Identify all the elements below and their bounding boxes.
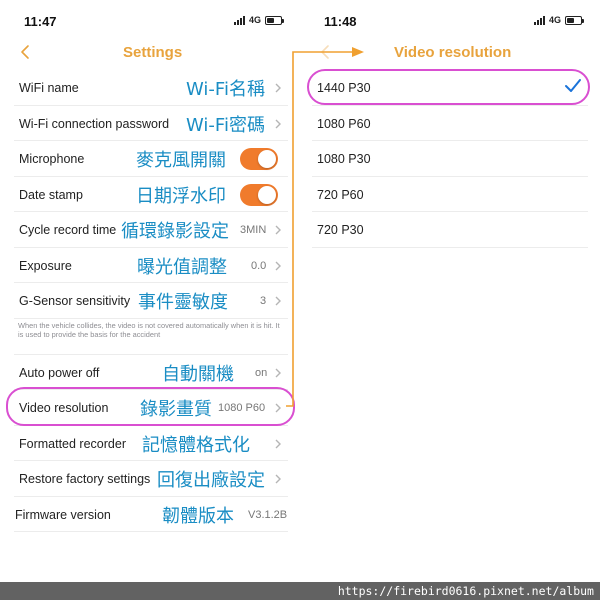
chevron-left-icon[interactable] [18, 43, 34, 61]
option-label: 1440 P30 [317, 81, 371, 95]
row-value: 1080 P60 [218, 402, 266, 414]
row-annotation: 事件靈敏度 [138, 292, 228, 313]
row-annotation: 韌體版本 [162, 505, 234, 527]
row-label: Exposure [19, 258, 72, 273]
chevron-right-icon [275, 261, 281, 270]
row-annotation: 麥克風開關 [136, 150, 226, 171]
settings-row-restore[interactable]: Restore factory settings 回復出廠設定 [14, 461, 288, 497]
row-annotation: 回復出廠設定 [157, 470, 265, 491]
network-type: 4G [549, 15, 562, 25]
option-label: 720 P60 [317, 187, 364, 202]
row-label: Microphone [19, 152, 85, 166]
row-value: on [255, 366, 268, 379]
toggle-knob [258, 185, 276, 204]
microphone-toggle[interactable] [240, 148, 278, 170]
settings-row-wifi-name[interactable]: WiFi name Wi-Fi名稱 [14, 70, 288, 106]
row-label: Video resolution [19, 401, 109, 415]
status-bar: 11:48 4G [300, 0, 600, 40]
status-indicators: 4G [234, 15, 285, 25]
battery-level [567, 17, 574, 23]
resolution-option-720p60[interactable]: 720 P60 [312, 177, 588, 212]
option-label: 720 P30 [317, 223, 364, 237]
gsensor-note-row: When the vehicle collides, the video is … [14, 319, 288, 355]
chevron-right-icon [275, 403, 281, 413]
chevron-right-icon [275, 296, 281, 306]
resolution-option-1080p30[interactable]: 1080 P30 [312, 141, 588, 177]
settings-row-wifi-password[interactable]: Wi-Fi connection password Wi-Fi密碼 [14, 106, 288, 141]
settings-row-format[interactable]: Formatted recorder 記憶體格式化 [14, 426, 288, 461]
chevron-left-icon[interactable] [318, 43, 334, 61]
resolution-option-1440p30[interactable]: 1440 P30 [312, 70, 588, 106]
row-label: WiFi name [19, 81, 79, 95]
row-annotation: 錄影畫質 [140, 399, 212, 420]
chevron-right-icon [275, 368, 281, 377]
firmware-version: V3.1.2B [248, 508, 288, 521]
row-annotation: Wi-Fi密碼 [186, 114, 265, 136]
page-title: Video resolution [394, 44, 512, 61]
resolution-option-720p30[interactable]: 720 P30 [312, 212, 588, 248]
video-resolution-screen: 11:48 4G Video resolution 1440 P30 1080 … [300, 0, 600, 582]
settings-row-exposure[interactable]: Exposure 曝光值調整 0.0 [14, 248, 288, 283]
row-value: 3 [260, 295, 267, 307]
row-label: Firmware version [15, 507, 111, 522]
row-annotation: 記憶體格式化 [142, 434, 250, 456]
resolution-option-1080p60[interactable]: 1080 P60 [312, 106, 588, 141]
row-value: 3MIN [240, 224, 267, 236]
option-label: 1080 P30 [317, 152, 371, 166]
option-label: 1080 P60 [317, 116, 371, 131]
row-label: Restore factory settings [19, 472, 151, 486]
battery-icon [565, 15, 585, 25]
settings-row-date-stamp: Date stamp 日期浮水印 [14, 177, 288, 212]
signal-icon [234, 15, 245, 25]
row-label: Formatted recorder [19, 436, 126, 451]
resolution-options: 1440 P30 1080 P60 1080 P30 720 P60 720 P… [312, 70, 588, 248]
row-annotation: Wi-Fi名稱 [186, 79, 265, 100]
page-title: Settings [123, 44, 183, 61]
settings-row-firmware: Firmware version 韌體版本 V3.1.2B [14, 497, 288, 532]
chevron-right-icon [275, 119, 281, 128]
status-indicators: 4G [534, 15, 585, 25]
status-bar: 11:47 4G [0, 0, 300, 40]
chevron-right-icon [275, 225, 281, 235]
watermark-bar: https://firebird0616.pixnet.net/album [0, 582, 600, 600]
network-type: 4G [249, 15, 262, 25]
chevron-right-icon [275, 474, 281, 484]
settings-row-microphone: Microphone 麥克風開關 [14, 141, 288, 177]
toggle-knob [258, 150, 276, 168]
row-label: Date stamp [19, 187, 83, 202]
watermark-url: https://firebird0616.pixnet.net/album [337, 584, 594, 598]
row-label: G-Sensor sensitivity [19, 294, 131, 308]
checkmark-icon [565, 79, 581, 92]
row-label: Wi-Fi connection password [19, 116, 170, 131]
battery-icon [265, 15, 285, 25]
row-annotation: 循環錄影設定 [121, 221, 229, 242]
row-label: Cycle record time [19, 223, 117, 237]
status-time: 11:48 [324, 14, 357, 29]
settings-row-auto-power-off[interactable]: Auto power off 自動關機 on [14, 355, 288, 390]
settings-row-gsensor[interactable]: G-Sensor sensitivity 事件靈敏度 3 [14, 283, 288, 319]
row-annotation: 曝光值調整 [137, 256, 227, 278]
nav-bar: Settings [0, 40, 300, 66]
row-annotation: 日期浮水印 [136, 185, 226, 207]
row-value: 0.0 [251, 259, 267, 272]
row-annotation: 自動關機 [162, 363, 234, 385]
settings-row-cycle-record[interactable]: Cycle record time 循環錄影設定 3MIN [14, 212, 288, 248]
row-label: Auto power off [19, 365, 100, 380]
signal-icon [534, 15, 545, 25]
date-stamp-toggle[interactable] [240, 183, 278, 206]
status-time: 11:47 [24, 14, 57, 29]
battery-level [267, 17, 274, 23]
settings-list: WiFi name Wi-Fi名稱 Wi-Fi connection passw… [14, 70, 288, 532]
settings-screen: 11:47 4G Settings WiFi name Wi-Fi名稱 Wi-F… [0, 0, 300, 582]
chevron-right-icon [275, 439, 281, 448]
gsensor-note: When the vehicle collides, the video is … [18, 320, 280, 339]
settings-row-video-resolution[interactable]: Video resolution 錄影畫質 1080 P60 [14, 390, 288, 426]
chevron-right-icon [275, 83, 281, 93]
nav-bar: Video resolution [300, 40, 600, 66]
